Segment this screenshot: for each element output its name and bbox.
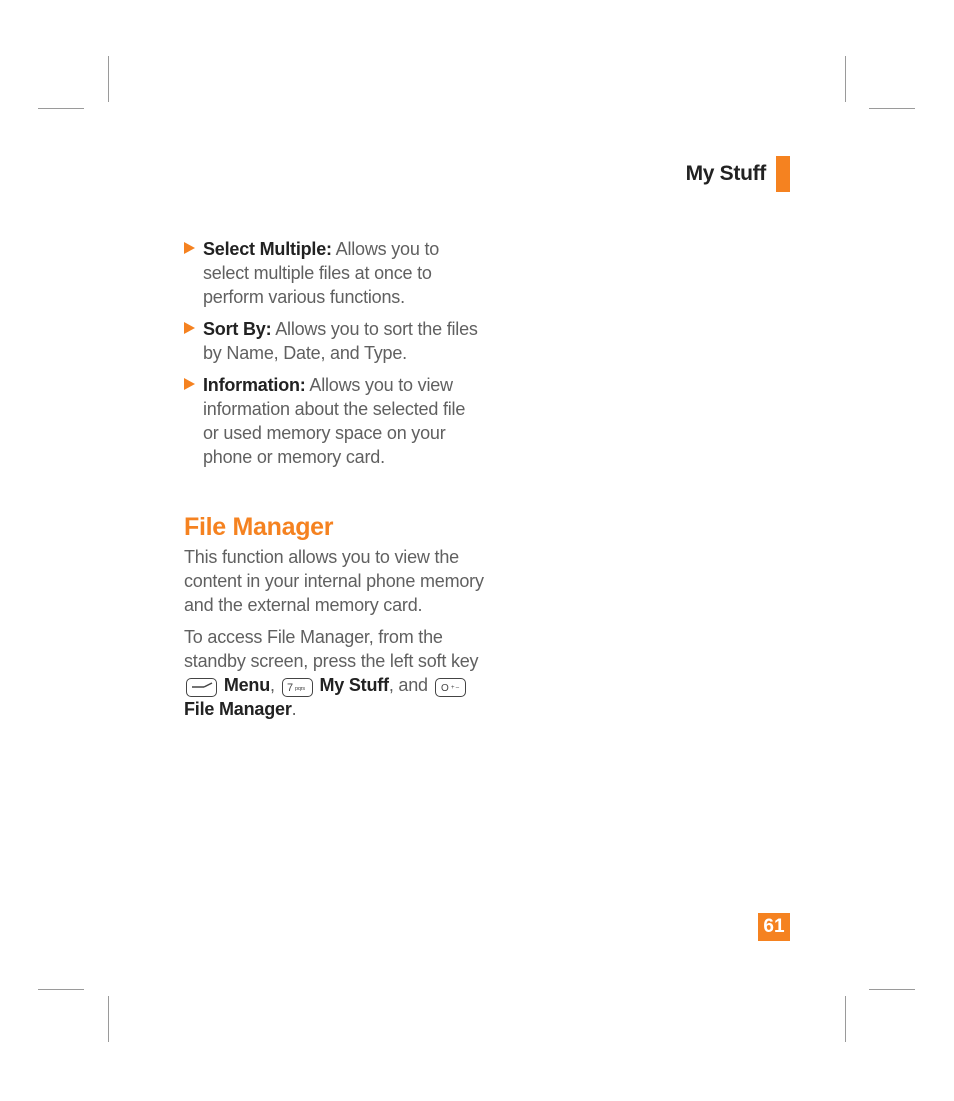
paragraph: This function allows you to view the con… [184,545,484,617]
soft-key-icon [186,678,217,697]
text-run: To access File Manager, from the standby… [184,627,478,671]
key-0-icon: O+ – [435,678,466,697]
bullet-label: Select Multiple: [203,239,332,259]
crop-mark [108,996,109,1042]
crop-mark [845,996,846,1042]
bullet-text: Information: Allows you to view informat… [203,373,484,469]
page-header: My Stuff [686,156,790,192]
crop-mark [869,108,915,109]
section-title: My Stuff [686,162,766,186]
text-run: . [292,699,297,719]
bullet-text: Sort By: Allows you to sort the files by… [203,317,484,365]
svg-text:+ –: + – [451,685,460,691]
list-item: Select Multiple: Allows you to select mu… [184,237,484,309]
list-item: Sort By: Allows you to sort the files by… [184,317,484,365]
text-run: , [270,675,280,695]
svg-text:pqrs: pqrs [295,686,305,692]
crop-mark [108,56,109,102]
bullet-label: Sort By: [203,319,271,339]
paragraph: To access File Manager, from the standby… [184,625,484,721]
crop-mark [38,108,84,109]
filemanager-label: File Manager [184,699,292,719]
list-item: Information: Allows you to view informat… [184,373,484,469]
bullet-text: Select Multiple: Allows you to select mu… [203,237,484,309]
crop-mark [38,989,84,990]
triangle-bullet-icon [184,242,195,254]
key-7-icon: 7pqrs [282,678,313,697]
svg-text:7: 7 [287,682,293,693]
header-accent-icon [776,156,790,192]
heading-file-manager: File Manager [184,515,484,539]
menu-label: Menu [224,675,270,695]
crop-mark [845,56,846,102]
crop-mark [869,989,915,990]
svg-text:O: O [441,683,449,693]
page-number: 61 [758,913,790,941]
text-run: , and [389,675,433,695]
bullet-label: Information: [203,375,306,395]
page-content: Select Multiple: Allows you to select mu… [184,237,484,729]
triangle-bullet-icon [184,378,195,390]
mystuff-label: My Stuff [319,675,388,695]
triangle-bullet-icon [184,322,195,334]
